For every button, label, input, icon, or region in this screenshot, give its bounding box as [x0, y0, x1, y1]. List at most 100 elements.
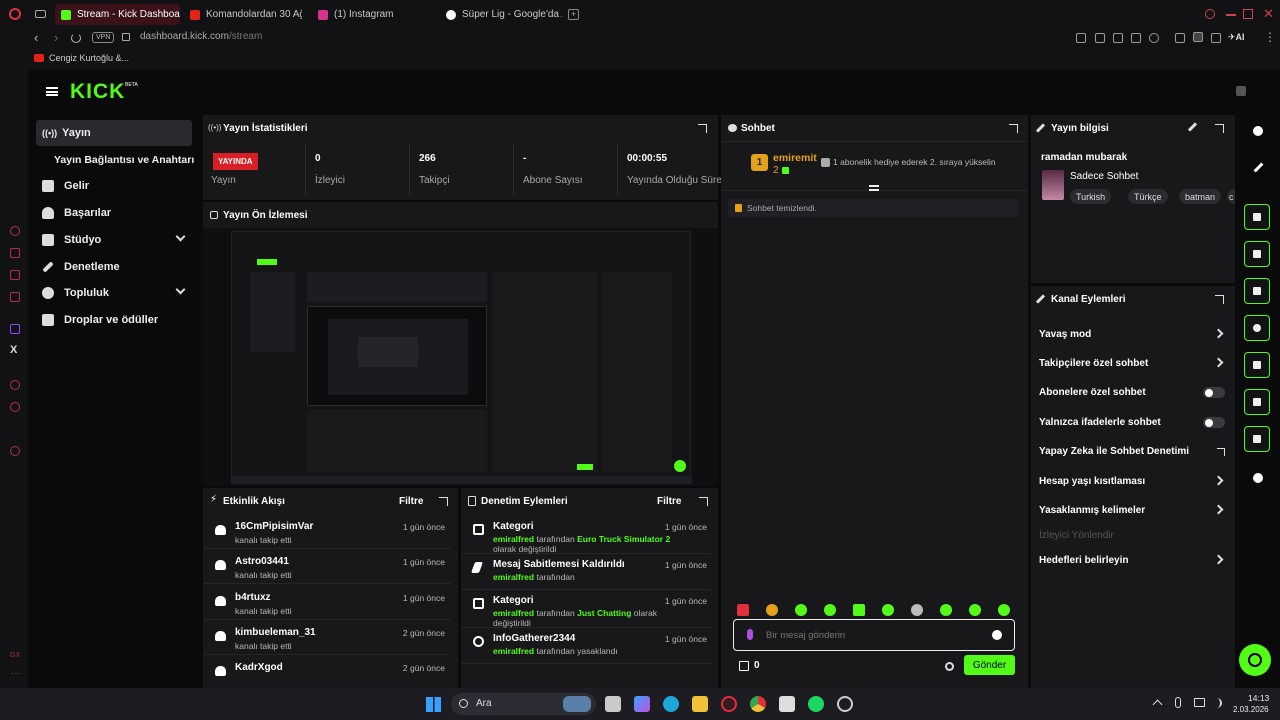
emote-icon[interactable] [882, 604, 894, 616]
preview-video[interactable] [203, 228, 718, 486]
heart-icon[interactable] [1149, 33, 1159, 43]
emote-icon[interactable] [969, 604, 981, 616]
list-item[interactable]: KadrXgod 2 gün önce [203, 655, 451, 688]
popout-icon[interactable] [699, 497, 708, 506]
sidebar-item-droplar[interactable]: Droplar ve ödüller [36, 307, 192, 333]
emote-icon[interactable] [853, 604, 865, 616]
user-avatar-icon[interactable] [1236, 86, 1246, 96]
list-item[interactable]: 16CmPipisimVar kanalı takip etti 1 gün ö… [203, 514, 451, 549]
chat-input[interactable] [766, 628, 966, 642]
emote-icon[interactable] [911, 604, 923, 616]
popout-icon[interactable] [1009, 124, 1018, 133]
collapse-icon[interactable] [869, 185, 879, 191]
tool-button-panels[interactable] [1244, 389, 1270, 415]
moderation-filter-button[interactable]: Filtre [657, 496, 681, 507]
reload-icon[interactable] [71, 33, 81, 43]
info-icon[interactable] [1253, 126, 1263, 136]
snapshot-icon[interactable] [1095, 33, 1105, 43]
file-explorer-icon[interactable] [692, 696, 708, 712]
kick-logo[interactable]: KICK [70, 80, 125, 104]
sidebar-gmail-icon[interactable] [10, 292, 20, 302]
sidebar-item-yayin-baglantisi[interactable]: Yayın Bağlantısı ve Anahtarı [54, 147, 204, 173]
new-tab-icon[interactable]: + [568, 9, 579, 20]
action-hesap-yasi[interactable]: Hesap yaşı kısıtlaması [1039, 476, 1229, 496]
chat-input-box[interactable] [733, 619, 1015, 651]
tab-kick-dashboard[interactable]: Stream - Kick Dashboard [55, 4, 180, 25]
emote-icon[interactable] [737, 604, 749, 616]
edit-icon[interactable] [1187, 122, 1198, 132]
chat-settings-icon[interactable] [945, 662, 954, 671]
sidebar-item-yayin[interactable]: ((•)) Yayın [36, 120, 192, 146]
vpn-badge[interactable]: VPN [92, 32, 115, 43]
maximize-icon[interactable] [1243, 9, 1253, 19]
play-icon[interactable] [1131, 33, 1141, 43]
tab-instagram[interactable]: (1) Instagram [312, 4, 432, 25]
sidebar-aria-icon[interactable] [10, 248, 20, 258]
external-link-icon[interactable] [1217, 448, 1225, 456]
popout-icon[interactable] [698, 124, 707, 133]
list-item[interactable]: Mesaj Sabitlemesi Kaldırıldı 1 gün önce … [461, 554, 711, 590]
sidebar-x-icon[interactable]: X [10, 344, 17, 356]
extensions-icon[interactable] [1175, 33, 1185, 43]
mic-tray-icon[interactable] [1175, 697, 1181, 708]
tool-button-chat[interactable] [1244, 315, 1270, 341]
forward-icon[interactable]: › [54, 30, 58, 45]
subscribers-only-toggle[interactable] [1203, 387, 1225, 398]
pencil-icon[interactable] [1253, 162, 1264, 173]
sidebar-messenger-icon[interactable] [10, 270, 20, 280]
sidebar-item-gelir[interactable]: Gelir [36, 173, 192, 199]
tool-button-tools[interactable] [1244, 426, 1270, 452]
edge-icon[interactable] [663, 696, 679, 712]
taskbar-search[interactable]: Ara [451, 693, 596, 715]
sidebar-gx-icon[interactable]: GX [10, 652, 20, 659]
list-item[interactable]: InfoGatherer2344 1 gün önce emiralfred t… [461, 628, 711, 664]
list-item[interactable]: Astro03441 kanalı takip etti 1 gün önce [203, 549, 451, 584]
workspaces-icon[interactable] [35, 10, 46, 18]
download-icon[interactable] [1211, 33, 1221, 43]
url-field[interactable]: dashboard.kick.com/stream [140, 31, 262, 42]
activity-filter-button[interactable]: Filtre [399, 496, 423, 507]
minimize-icon[interactable] [1226, 14, 1236, 16]
volume-tray-icon[interactable] [1212, 698, 1222, 708]
emotes-only-toggle[interactable] [1203, 417, 1225, 428]
opera-gx-icon[interactable] [721, 696, 737, 712]
opera-logo-icon[interactable] [9, 8, 21, 20]
bookmark-page-icon[interactable] [1113, 33, 1123, 43]
sidebar-item-denetleme[interactable]: Denetleme [36, 254, 192, 280]
emote-icon[interactable] [940, 604, 952, 616]
tool-button-log[interactable] [1244, 278, 1270, 304]
more-dots-icon[interactable] [1253, 473, 1263, 483]
steam-icon[interactable] [837, 696, 853, 712]
sidebar-item-basarilar[interactable]: Başarılar [36, 200, 192, 226]
tool-button-quick[interactable] [1244, 241, 1270, 267]
emoji-icon[interactable] [992, 630, 1002, 640]
spotify-icon[interactable] [808, 696, 824, 712]
list-item[interactable]: Kategori 1 gün önce emiralfred tarafında… [461, 516, 711, 554]
sidebar-twitch-icon[interactable] [10, 324, 20, 334]
task-view-icon[interactable] [605, 696, 621, 712]
aria-ai-button[interactable]: ✈AI [1228, 32, 1245, 43]
channel-points-icon[interactable] [739, 661, 749, 671]
action-yasakli-kelimeler[interactable]: Yasaklanmış kelimeler [1039, 505, 1229, 525]
emote-icon[interactable] [998, 604, 1010, 616]
popout-icon[interactable] [439, 497, 448, 506]
sidebar-item-topluluk[interactable]: Topluluk [36, 280, 192, 306]
action-ai-moderation[interactable]: Yapay Zeka ile Sohbet Denetimi [1039, 446, 1229, 466]
action-yavas-mod[interactable]: Yavaş mod [1039, 329, 1229, 349]
sidebar-more-icon[interactable]: ··· [11, 668, 21, 679]
tab-komandolardan[interactable]: Komandolardan 30 Ağustos [184, 4, 302, 25]
sidebar-history-icon[interactable] [10, 402, 20, 412]
windows-start-icon[interactable] [426, 697, 441, 712]
sidebar-speed-dial-icon[interactable] [10, 226, 20, 236]
search-tabs-icon[interactable] [1205, 9, 1215, 19]
menu-dots-icon[interactable]: ⋮ [1264, 30, 1276, 44]
list-item[interactable]: kimbueleman_31 kanalı takip etti 2 gün ö… [203, 620, 451, 655]
back-icon[interactable]: ‹ [34, 30, 38, 45]
chrome-icon[interactable] [750, 696, 766, 712]
emote-icon[interactable] [795, 604, 807, 616]
monitor-tray-icon[interactable] [1194, 698, 1205, 707]
tab-super-lig[interactable]: Süper Lig - Google'da Ara [440, 4, 562, 25]
emote-icon[interactable] [824, 604, 836, 616]
sidebar-item-studyo[interactable]: Stüdyo [36, 227, 192, 253]
chevron-up-icon[interactable] [1152, 699, 1163, 710]
